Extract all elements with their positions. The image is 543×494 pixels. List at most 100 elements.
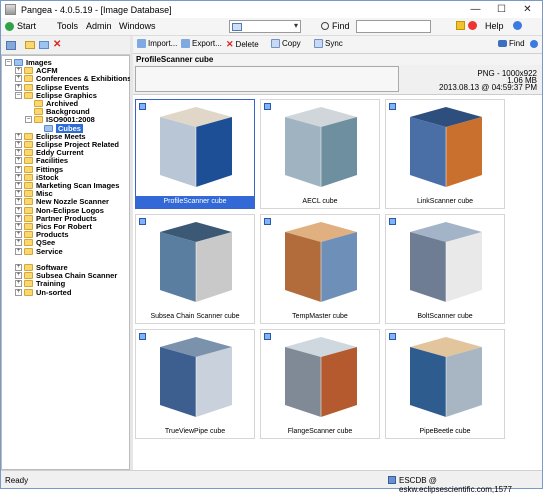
image-date: 2013.08.13 @ 04:59:37 PM: [439, 83, 537, 92]
thumbnail-checkbox[interactable]: [139, 333, 146, 340]
database-icon[interactable]: [6, 41, 16, 50]
expand-icon[interactable]: +: [15, 214, 22, 222]
menu-admin[interactable]: Admin: [86, 21, 112, 31]
expand-icon[interactable]: +: [15, 264, 22, 271]
tree-item[interactable]: + Service: [15, 247, 63, 256]
copy-folder-icon[interactable]: [39, 41, 49, 49]
thumbnail-card[interactable]: FlangeScanner cube: [260, 329, 380, 439]
export-button[interactable]: Export...: [181, 39, 222, 48]
search-input[interactable]: [356, 20, 431, 33]
folder-icon: [24, 91, 33, 99]
expand-icon[interactable]: +: [15, 239, 22, 247]
expand-icon[interactable]: [35, 125, 42, 132]
expand-icon[interactable]: +: [15, 223, 22, 230]
expand-icon[interactable]: +: [15, 206, 22, 214]
thumbnail-card[interactable]: TrueViewPipe cube: [135, 329, 255, 439]
close-button[interactable]: ✕: [515, 1, 540, 18]
maximize-button[interactable]: ☐: [489, 1, 514, 18]
folder-icon: [24, 239, 33, 247]
tree-item[interactable]: + Un-sorted: [15, 288, 71, 297]
menu-windows[interactable]: Windows: [119, 21, 156, 31]
menu-help[interactable]: Help: [485, 21, 504, 31]
selected-image-name: ProfileScanner cube: [133, 54, 542, 65]
expand-icon[interactable]: +: [15, 141, 22, 148]
folder-icon: [34, 116, 43, 124]
collapse-icon[interactable]: –: [15, 91, 22, 99]
thumbnail-checkbox[interactable]: [264, 103, 271, 110]
thumbnail-checkbox[interactable]: [264, 218, 271, 225]
help-small-icon[interactable]: [530, 40, 538, 48]
chevron-down-icon: ▾: [293, 21, 298, 30]
thumbnail-checkbox[interactable]: [389, 218, 396, 225]
connection-info: ESCDB @ eskw.eclipsescientific.com,1577: [399, 476, 512, 494]
start-icon: [5, 21, 14, 31]
expand-icon[interactable]: +: [15, 157, 22, 165]
thumbnail-card[interactable]: TempMaster cube: [260, 214, 380, 324]
copy-button[interactable]: Copy: [271, 39, 301, 48]
folder-tree: – Images + ACFM + Conferences & Exhibitions + E…: [1, 55, 131, 470]
thumbnail-card[interactable]: AECL cube: [260, 99, 380, 209]
database-connection-icon: [388, 476, 396, 484]
minimize-button[interactable]: —: [463, 1, 488, 18]
thumbnail-checkbox[interactable]: [264, 333, 271, 340]
folder-icon: [24, 214, 33, 222]
expand-icon[interactable]: +: [15, 247, 22, 255]
expand-icon[interactable]: +: [15, 75, 22, 83]
menu-tools[interactable]: Tools: [57, 21, 78, 31]
copy-icon: [271, 39, 280, 48]
import-button[interactable]: Import...: [137, 39, 177, 48]
expand-icon[interactable]: +: [15, 132, 22, 140]
thumbnail-checkbox[interactable]: [139, 103, 146, 110]
thumbnail-card[interactable]: ProfileScanner cube: [135, 99, 255, 209]
sync-button[interactable]: Sync: [314, 39, 343, 48]
sync-icon: [314, 39, 323, 48]
folder-icon: [34, 108, 43, 116]
collapse-icon[interactable]: –: [5, 59, 12, 66]
app-icon: [5, 4, 16, 15]
thumbnail-card[interactable]: Subsea Chain Scanner cube: [135, 214, 255, 324]
cube-image: [410, 337, 482, 417]
expand-icon[interactable]: +: [15, 165, 22, 173]
delete-folder-icon[interactable]: ✕: [53, 39, 61, 50]
window-title: Pangea - 4.0.5.19 - [Image Database]: [21, 4, 172, 15]
folder-icon: [24, 223, 33, 230]
expand-icon[interactable]: +: [15, 83, 22, 91]
thumbnail-checkbox[interactable]: [389, 103, 396, 110]
expand-icon[interactable]: +: [15, 272, 22, 280]
thumbnail-checkbox[interactable]: [389, 333, 396, 340]
expand-icon[interactable]: [25, 108, 32, 115]
thumbnail-checkbox[interactable]: [139, 218, 146, 225]
delete-button[interactable]: ✕ Delete: [226, 39, 259, 50]
expand-icon[interactable]: +: [15, 198, 22, 206]
expand-icon[interactable]: +: [15, 280, 22, 288]
expand-icon[interactable]: +: [15, 288, 22, 296]
expand-icon[interactable]: [25, 100, 32, 107]
cube-image: [285, 222, 357, 302]
image-toolbar: Import... Export... ✕ Delete Copy Sync Fi…: [133, 36, 542, 54]
cube-image: [285, 107, 357, 187]
expand-icon[interactable]: +: [15, 231, 22, 239]
find-button[interactable]: Find: [498, 39, 525, 48]
expand-icon[interactable]: +: [15, 67, 22, 75]
collapse-icon[interactable]: –: [25, 116, 32, 124]
app-window: Pangea - 4.0.5.19 - [Image Database] — ☐…: [0, 0, 543, 494]
expand-icon[interactable]: +: [15, 182, 22, 189]
expand-icon[interactable]: +: [15, 190, 22, 198]
view-selector[interactable]: ▾: [229, 20, 301, 33]
find-label: Find: [509, 39, 525, 48]
thumbnail-card[interactable]: LinkScanner cube: [385, 99, 505, 209]
cancel-icon[interactable]: [468, 21, 477, 30]
folder-icon: [24, 264, 33, 271]
favorites-icon[interactable]: [456, 21, 465, 30]
status-text: Ready: [5, 476, 29, 485]
new-folder-icon[interactable]: [25, 41, 35, 49]
expand-icon[interactable]: +: [15, 149, 22, 157]
cube-image: [410, 107, 482, 187]
thumbnail-card[interactable]: BoltScanner cube: [385, 214, 505, 324]
menu-find[interactable]: Find: [321, 21, 350, 31]
folder-icon: [24, 247, 33, 255]
help-icon[interactable]: [513, 21, 522, 30]
thumbnail-card[interactable]: PipeBeetle cube: [385, 329, 505, 439]
menu-start[interactable]: Start: [5, 21, 36, 31]
expand-icon[interactable]: +: [15, 173, 22, 181]
